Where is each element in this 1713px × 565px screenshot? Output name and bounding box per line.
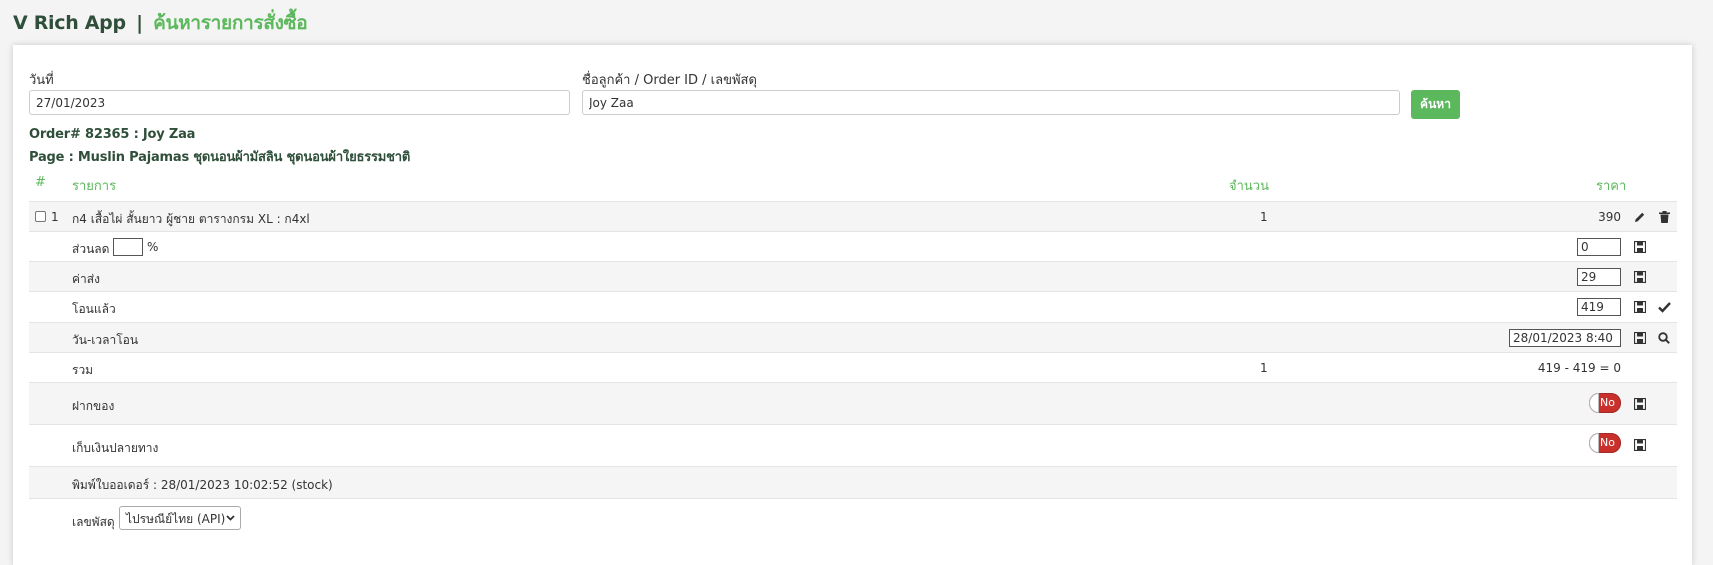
item-name: ก4 เสื้อไผ่ สั้นยาว ผู้ชาย ตารางกรม XL :… — [72, 212, 310, 226]
query-label: ชื่อลูกค้า / Order ID / เลขพัสดุ — [582, 73, 757, 88]
paid-input[interactable] — [1577, 298, 1621, 316]
total-label: รวม — [72, 363, 94, 377]
toggle-knob — [1589, 433, 1599, 453]
shipping-label: ค่าส่ง — [72, 272, 100, 286]
tracking-label: เลขพัสดุ — [72, 515, 115, 529]
chevron-down-icon — [226, 511, 235, 525]
carrier-selected-value: ไปรษณีย์ไทย (API) — [126, 512, 226, 526]
carrier-select[interactable]: ไปรษณีย์ไทย (API) — [119, 506, 241, 530]
search-button[interactable]: ค้นหา — [1411, 90, 1460, 119]
table-row-paid: โอนแล้ว — [29, 291, 1677, 322]
total-value: 419 - 419 = 0 — [1537, 361, 1621, 375]
cod-label: เก็บเงินปลายทาง — [72, 441, 159, 455]
table-row-cod: เก็บเงินปลายทาง No — [29, 424, 1677, 466]
item-price: 390 — [1598, 210, 1621, 224]
page-title: ค้นหารายการสั่งซื้อ — [153, 12, 308, 34]
discount-percent-input[interactable] — [113, 238, 143, 256]
save-icon[interactable] — [1632, 299, 1648, 315]
date-field[interactable] — [29, 90, 570, 115]
app-header: V Rich App | ค้นหารายการสั่งซื้อ — [13, 8, 308, 38]
total-qty: 1 — [1260, 361, 1268, 375]
check-icon[interactable] — [1656, 299, 1672, 315]
app-name: V Rich App — [13, 12, 126, 34]
save-icon[interactable] — [1632, 396, 1648, 412]
save-icon[interactable] — [1632, 239, 1648, 255]
col-qty-header: จำนวน — [1229, 179, 1269, 194]
percent-sign: % — [147, 240, 159, 254]
header-separator: | — [136, 12, 143, 34]
table-row-shipping: ค่าส่ง — [29, 261, 1677, 291]
col-index-header: # — [35, 175, 46, 190]
search-input[interactable] — [582, 90, 1400, 115]
col-item-header: รายการ — [72, 179, 117, 194]
table-row-deposit: ฝากของ No — [29, 382, 1677, 424]
table-row-paid-datetime: วัน-เวลาโอน — [29, 322, 1677, 352]
paid-label: โอนแล้ว — [72, 302, 116, 316]
table-header: # รายการ จำนวน ราคา — [29, 168, 1677, 201]
deposit-label: ฝากของ — [72, 399, 115, 413]
shipping-input[interactable] — [1577, 268, 1621, 286]
discount-label: ส่วนลด — [72, 242, 110, 256]
paid-datetime-input[interactable] — [1509, 329, 1621, 347]
item-qty: 1 — [1260, 210, 1268, 224]
cod-toggle-label: No — [1600, 436, 1615, 449]
col-price-header: ราคา — [1596, 179, 1627, 194]
table-row-tracking: เลขพัสดุ ไปรษณีย์ไทย (API) — [29, 498, 1677, 538]
cod-toggle[interactable]: No — [1589, 433, 1621, 453]
deposit-toggle[interactable]: No — [1589, 393, 1621, 413]
toggle-knob — [1589, 393, 1599, 413]
order-page: Page : Muslin Pajamas ชุดนอนผ้ามัสลิน ชุ… — [29, 150, 411, 165]
paid-datetime-label: วัน-เวลาโอน — [72, 333, 139, 347]
save-icon[interactable] — [1632, 437, 1648, 453]
table-row-discount: ส่วนลด % — [29, 231, 1677, 261]
table-row-item: 1 ก4 เสื้อไผ่ สั้นยาว ผู้ชาย ตารางกรม XL… — [29, 201, 1677, 231]
item-index: 1 — [51, 210, 59, 224]
edit-icon[interactable] — [1632, 209, 1648, 225]
save-icon[interactable] — [1632, 269, 1648, 285]
search-icon[interactable] — [1656, 330, 1672, 346]
item-checkbox[interactable] — [35, 211, 46, 222]
deposit-toggle-label: No — [1600, 396, 1615, 409]
table-row-printed: พิมพ์ใบออเดอร์ : 28/01/2023 10:02:52 (st… — [29, 466, 1677, 498]
printed-info: พิมพ์ใบออเดอร์ : 28/01/2023 10:02:52 (st… — [72, 478, 333, 492]
table-row-total: รวม 1 419 - 419 = 0 — [29, 352, 1677, 382]
date-label: วันที่ — [29, 73, 54, 88]
discount-value-input[interactable] — [1577, 238, 1621, 256]
trash-icon[interactable] — [1656, 209, 1672, 225]
order-title: Order# 82365 : Joy Zaa — [29, 127, 196, 142]
save-icon[interactable] — [1632, 330, 1648, 346]
